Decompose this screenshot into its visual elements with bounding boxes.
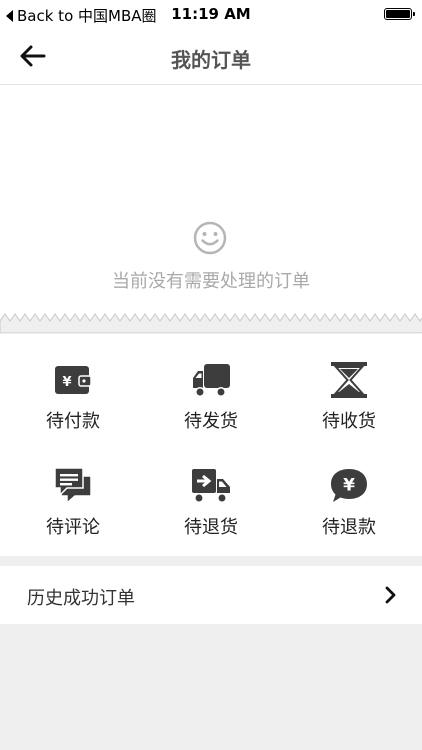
- svg-text:¥: ¥: [343, 476, 355, 496]
- order-type-label: 待评论: [46, 517, 100, 538]
- order-type-pending-review[interactable]: 待评论: [3, 440, 143, 540]
- chevron-right-icon: [385, 586, 396, 604]
- order-type-pending-refund[interactable]: ¥ 待退款: [279, 440, 419, 540]
- truck-icon: [193, 364, 230, 397]
- zigzag-divider: [0, 313, 422, 333]
- chat-bubble-icon: [54, 467, 92, 505]
- order-type-pending-receipt[interactable]: 待收货: [279, 334, 419, 434]
- return-truck-icon: [192, 469, 230, 503]
- history-orders-row[interactable]: 历史成功订单: [0, 566, 422, 624]
- status-time: 11:19 AM: [171, 5, 251, 23]
- hourglass-icon: [331, 362, 367, 398]
- status-bar: Back to 中国MBA圈 11:19 AM: [0, 0, 422, 28]
- empty-state: 当前没有需要处理的订单: [0, 85, 422, 319]
- order-type-label: 待退货: [184, 517, 238, 538]
- page-title: 我的订单: [171, 48, 251, 72]
- battery-icon: [384, 8, 415, 20]
- nav-bar: 我的订单: [0, 28, 422, 85]
- order-type-label: 待付款: [46, 411, 100, 432]
- history-orders-label: 历史成功订单: [27, 588, 135, 609]
- yuan-bubble-icon: ¥: [331, 469, 367, 502]
- wallet-yuan-icon: ¥: [55, 366, 92, 394]
- svg-text:¥: ¥: [62, 375, 71, 390]
- order-type-grid: ¥ 待付款 待发货 待收货 待评论 待退货 ¥ 待退款: [0, 334, 422, 556]
- order-type-label: 待发货: [184, 411, 238, 432]
- order-type-pending-payment[interactable]: ¥ 待付款: [3, 334, 143, 434]
- order-type-label: 待退款: [322, 517, 376, 538]
- order-type-label: 待收货: [322, 411, 376, 432]
- smiley-icon: [193, 221, 227, 255]
- empty-message: 当前没有需要处理的订单: [112, 271, 310, 292]
- order-type-pending-return[interactable]: 待退货: [141, 440, 281, 540]
- order-type-pending-shipment[interactable]: 待发货: [141, 334, 281, 434]
